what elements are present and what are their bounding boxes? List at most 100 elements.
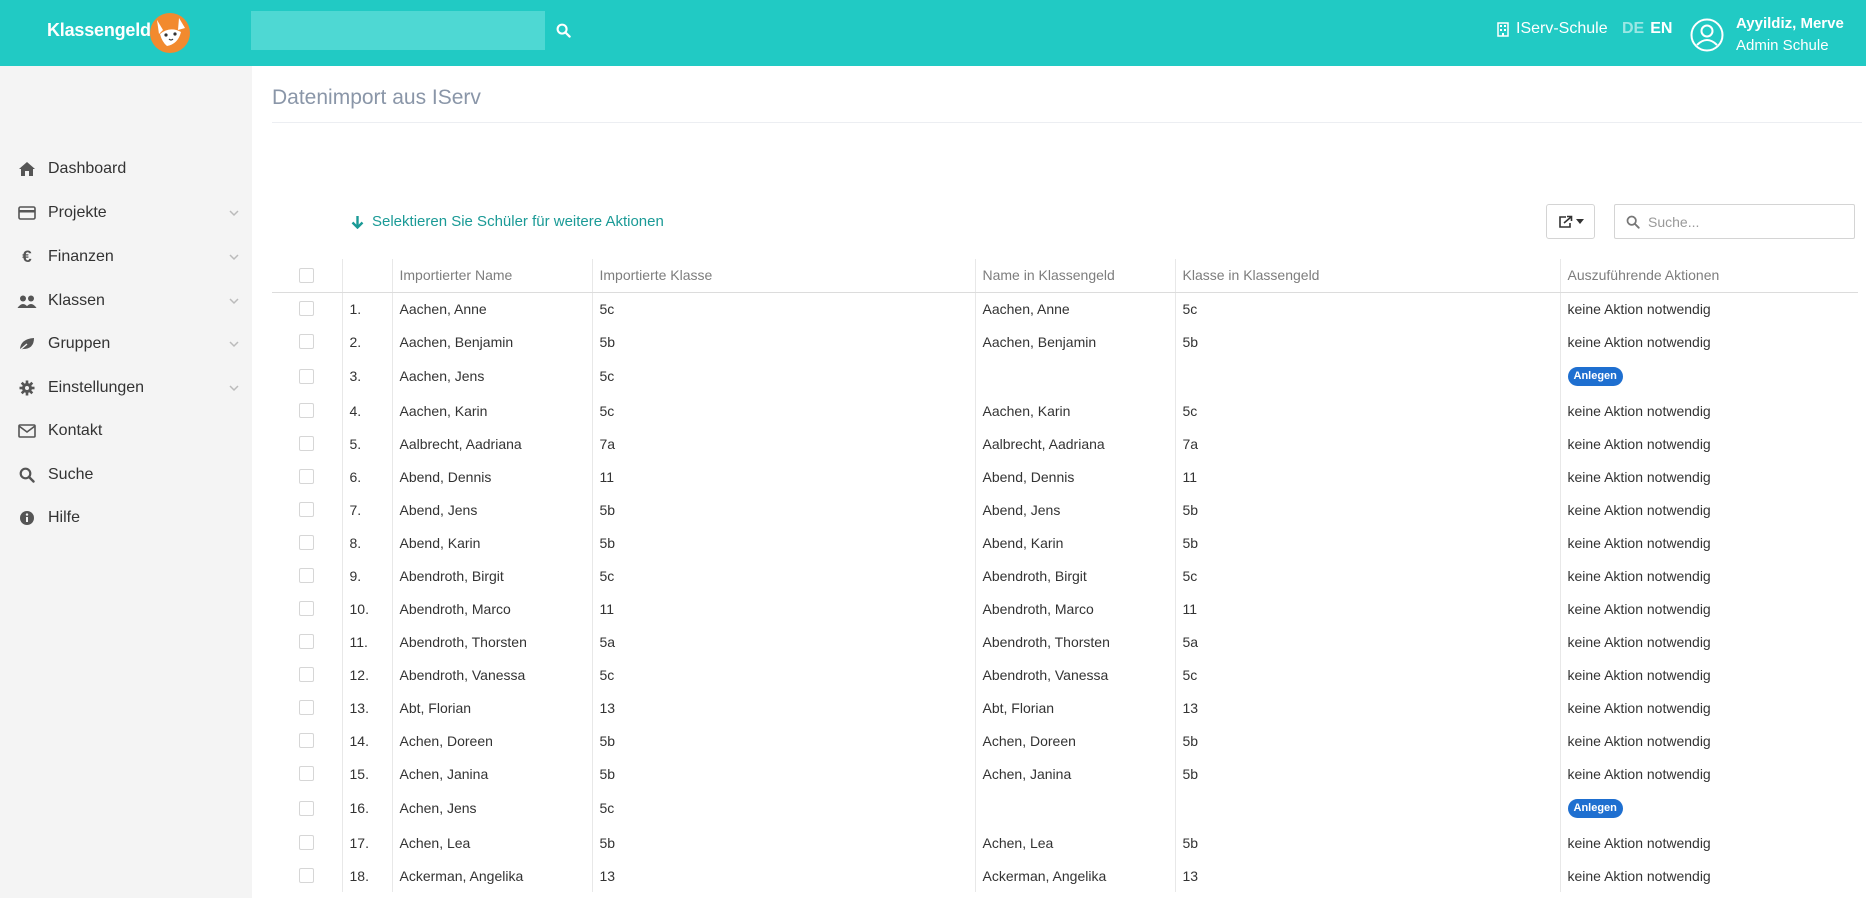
sidebar-item-finanzen[interactable]: € Finanzen: [0, 239, 252, 275]
row-number: 17.: [341, 826, 392, 859]
imported-class: 11: [591, 460, 975, 493]
envelope-icon: [17, 421, 37, 441]
credit-card-icon: [17, 203, 37, 223]
column-header-number: [341, 259, 392, 293]
column-header-imported-class[interactable]: Importierte Klasse: [591, 259, 975, 293]
iserv-school-link[interactable]: IServ-Schule: [1497, 20, 1608, 38]
create-badge-button[interactable]: Anlegen: [1567, 367, 1623, 386]
lang-de-link[interactable]: DE: [1622, 20, 1644, 38]
sidebar-item-suche[interactable]: Suche: [0, 457, 252, 493]
row-checkbox[interactable]: [299, 368, 315, 384]
row-checkbox[interactable]: [299, 403, 315, 418]
lang-en-link[interactable]: EN: [1650, 20, 1672, 38]
table-row[interactable]: 16. Achen, Jens 5c Anlegen: [272, 790, 1858, 826]
language-switch: DE EN: [1622, 20, 1672, 38]
klassengeld-class: 13: [1174, 691, 1560, 724]
imported-class: 5b: [591, 325, 975, 358]
imported-class: 5c: [591, 559, 975, 592]
table-row[interactable]: 18. Ackerman, Angelika 13 Ackerman, Angelik…: [272, 859, 1858, 892]
action-text: keine Aktion notwendig: [1559, 460, 1858, 493]
row-checkbox[interactable]: [299, 800, 315, 816]
klassengeld-class: 5c: [1174, 394, 1560, 427]
arrow-down-icon: [351, 215, 364, 229]
table-row[interactable]: 14. Achen, Doreen 5b Achen, Doreen 5b keine A…: [272, 724, 1858, 757]
table-row[interactable]: 12. Abendroth, Vanessa 5c Abendroth, Vaness…: [272, 658, 1858, 691]
row-checkbox[interactable]: [299, 634, 315, 649]
table-row[interactable]: 10. Abendroth, Marco 11 Abendroth, Marco 11 k…: [272, 592, 1858, 625]
row-select-cell: [272, 625, 342, 658]
table-search-input[interactable]: [1648, 205, 1848, 238]
sidebar-item-projekte[interactable]: Projekte: [0, 195, 252, 231]
row-checkbox[interactable]: [299, 568, 315, 583]
imported-name: Aachen, Anne: [391, 292, 592, 325]
divider: [272, 122, 1862, 123]
user-menu[interactable]: Ayyildiz, Merve Admin Schule: [1690, 13, 1844, 57]
row-checkbox[interactable]: [299, 868, 315, 883]
row-checkbox[interactable]: [299, 766, 315, 781]
table-row[interactable]: 13. Abt, Florian 13 Abt, Florian 13 keine Akt…: [272, 691, 1858, 724]
row-checkbox[interactable]: [299, 601, 315, 616]
klassengeld-class: [1174, 358, 1560, 394]
row-checkbox[interactable]: [299, 436, 315, 451]
row-select-cell: [272, 757, 342, 790]
table-row[interactable]: 3. Aachen, Jens 5c Anlegen: [272, 358, 1858, 394]
row-checkbox[interactable]: [299, 667, 315, 682]
row-checkbox[interactable]: [299, 733, 315, 748]
fox-logo-icon[interactable]: [145, 8, 195, 54]
row-checkbox[interactable]: [299, 535, 315, 550]
table-row[interactable]: 1. Aachen, Anne 5c Aachen, Anne 5c keine Akti…: [272, 292, 1858, 325]
table-row[interactable]: 4. Aachen, Karin 5c Aachen, Karin 5c keine Ak…: [272, 394, 1858, 427]
klassengeld-class: 5c: [1174, 559, 1560, 592]
sidebar-item-gruppen[interactable]: Gruppen: [0, 326, 252, 362]
row-select-cell: [272, 427, 342, 460]
table-row[interactable]: 6. Abend, Dennis 11 Abend, Dennis 11 keine Ak…: [272, 460, 1858, 493]
table-row[interactable]: 2. Aachen, Benjamin 5b Aachen, Benjamin 5b ke…: [272, 325, 1858, 358]
column-header-klassengeld-class[interactable]: Klasse in Klassengeld: [1174, 259, 1560, 293]
column-header-actions[interactable]: Auszuführende Aktionen: [1559, 259, 1858, 293]
column-header-klassengeld-name[interactable]: Name in Klassengeld: [974, 259, 1175, 293]
klassengeld-name: Aachen, Anne: [974, 292, 1175, 325]
table-row[interactable]: 5. Aalbrecht, Aadriana 7a Aalbrecht, Aadria…: [272, 427, 1858, 460]
export-button[interactable]: [1546, 204, 1595, 239]
column-header-imported-name[interactable]: Importierter Name: [391, 259, 592, 293]
brand-name[interactable]: Klassengeld: [47, 20, 151, 41]
create-badge-button[interactable]: Anlegen: [1567, 799, 1623, 818]
row-checkbox[interactable]: [299, 334, 315, 349]
select-all-checkbox[interactable]: [299, 267, 315, 283]
row-number: 5.: [341, 427, 392, 460]
import-table: Importierter Name Importierte Klasse Nam…: [272, 259, 1858, 892]
action-text: keine Aktion notwendig: [1559, 526, 1858, 559]
table-row[interactable]: 7. Abend, Jens 5b Abend, Jens 5b keine Aktion…: [272, 493, 1858, 526]
action-text: keine Aktion notwendig: [1559, 658, 1858, 691]
table-row[interactable]: 15. Achen, Janina 5b Achen, Janina 5b keine A…: [272, 757, 1858, 790]
search-icon[interactable]: [552, 19, 574, 41]
sidebar-item-klassen[interactable]: Klassen: [0, 283, 252, 319]
sidebar-item-einstellungen[interactable]: Einstellungen: [0, 370, 252, 406]
row-number: 13.: [341, 691, 392, 724]
table-row[interactable]: 17. Achen, Lea 5b Achen, Lea 5b keine Aktion …: [272, 826, 1858, 859]
imported-name: Abt, Florian: [391, 691, 592, 724]
sidebar: Dashboard Projekte € Finanzen Klassen Gr…: [0, 66, 252, 898]
global-search-input[interactable]: [251, 11, 545, 50]
search-icon: [17, 465, 37, 485]
sidebar-item-kontakt[interactable]: Kontakt: [0, 413, 252, 449]
sidebar-item-dashboard[interactable]: Dashboard: [0, 151, 252, 187]
action-text: keine Aktion notwendig: [1559, 724, 1858, 757]
table-row[interactable]: 9. Abendroth, Birgit 5c Abendroth, Birgit 5c…: [272, 559, 1858, 592]
row-number: 14.: [341, 724, 392, 757]
row-checkbox[interactable]: [299, 301, 315, 317]
row-checkbox[interactable]: [299, 700, 315, 715]
row-checkbox[interactable]: [299, 502, 315, 517]
imported-class: 5c: [591, 790, 975, 826]
table-row[interactable]: 8. Abend, Karin 5b Abend, Karin 5b keine Akti…: [272, 526, 1858, 559]
select-students-hint[interactable]: Selektieren Sie Schüler für weitere Akti…: [351, 213, 664, 230]
imported-class: 13: [591, 691, 975, 724]
user-avatar-icon: [1690, 18, 1724, 52]
sidebar-item-hilfe[interactable]: Hilfe: [0, 500, 252, 536]
klassengeld-class: 5b: [1174, 826, 1560, 859]
table-row[interactable]: 11. Abendroth, Thorsten 5a Abendroth, Thors…: [272, 625, 1858, 658]
row-checkbox[interactable]: [299, 835, 315, 850]
imported-name: Achen, Doreen: [391, 724, 592, 757]
row-select-cell: [272, 859, 342, 892]
row-checkbox[interactable]: [299, 469, 315, 484]
